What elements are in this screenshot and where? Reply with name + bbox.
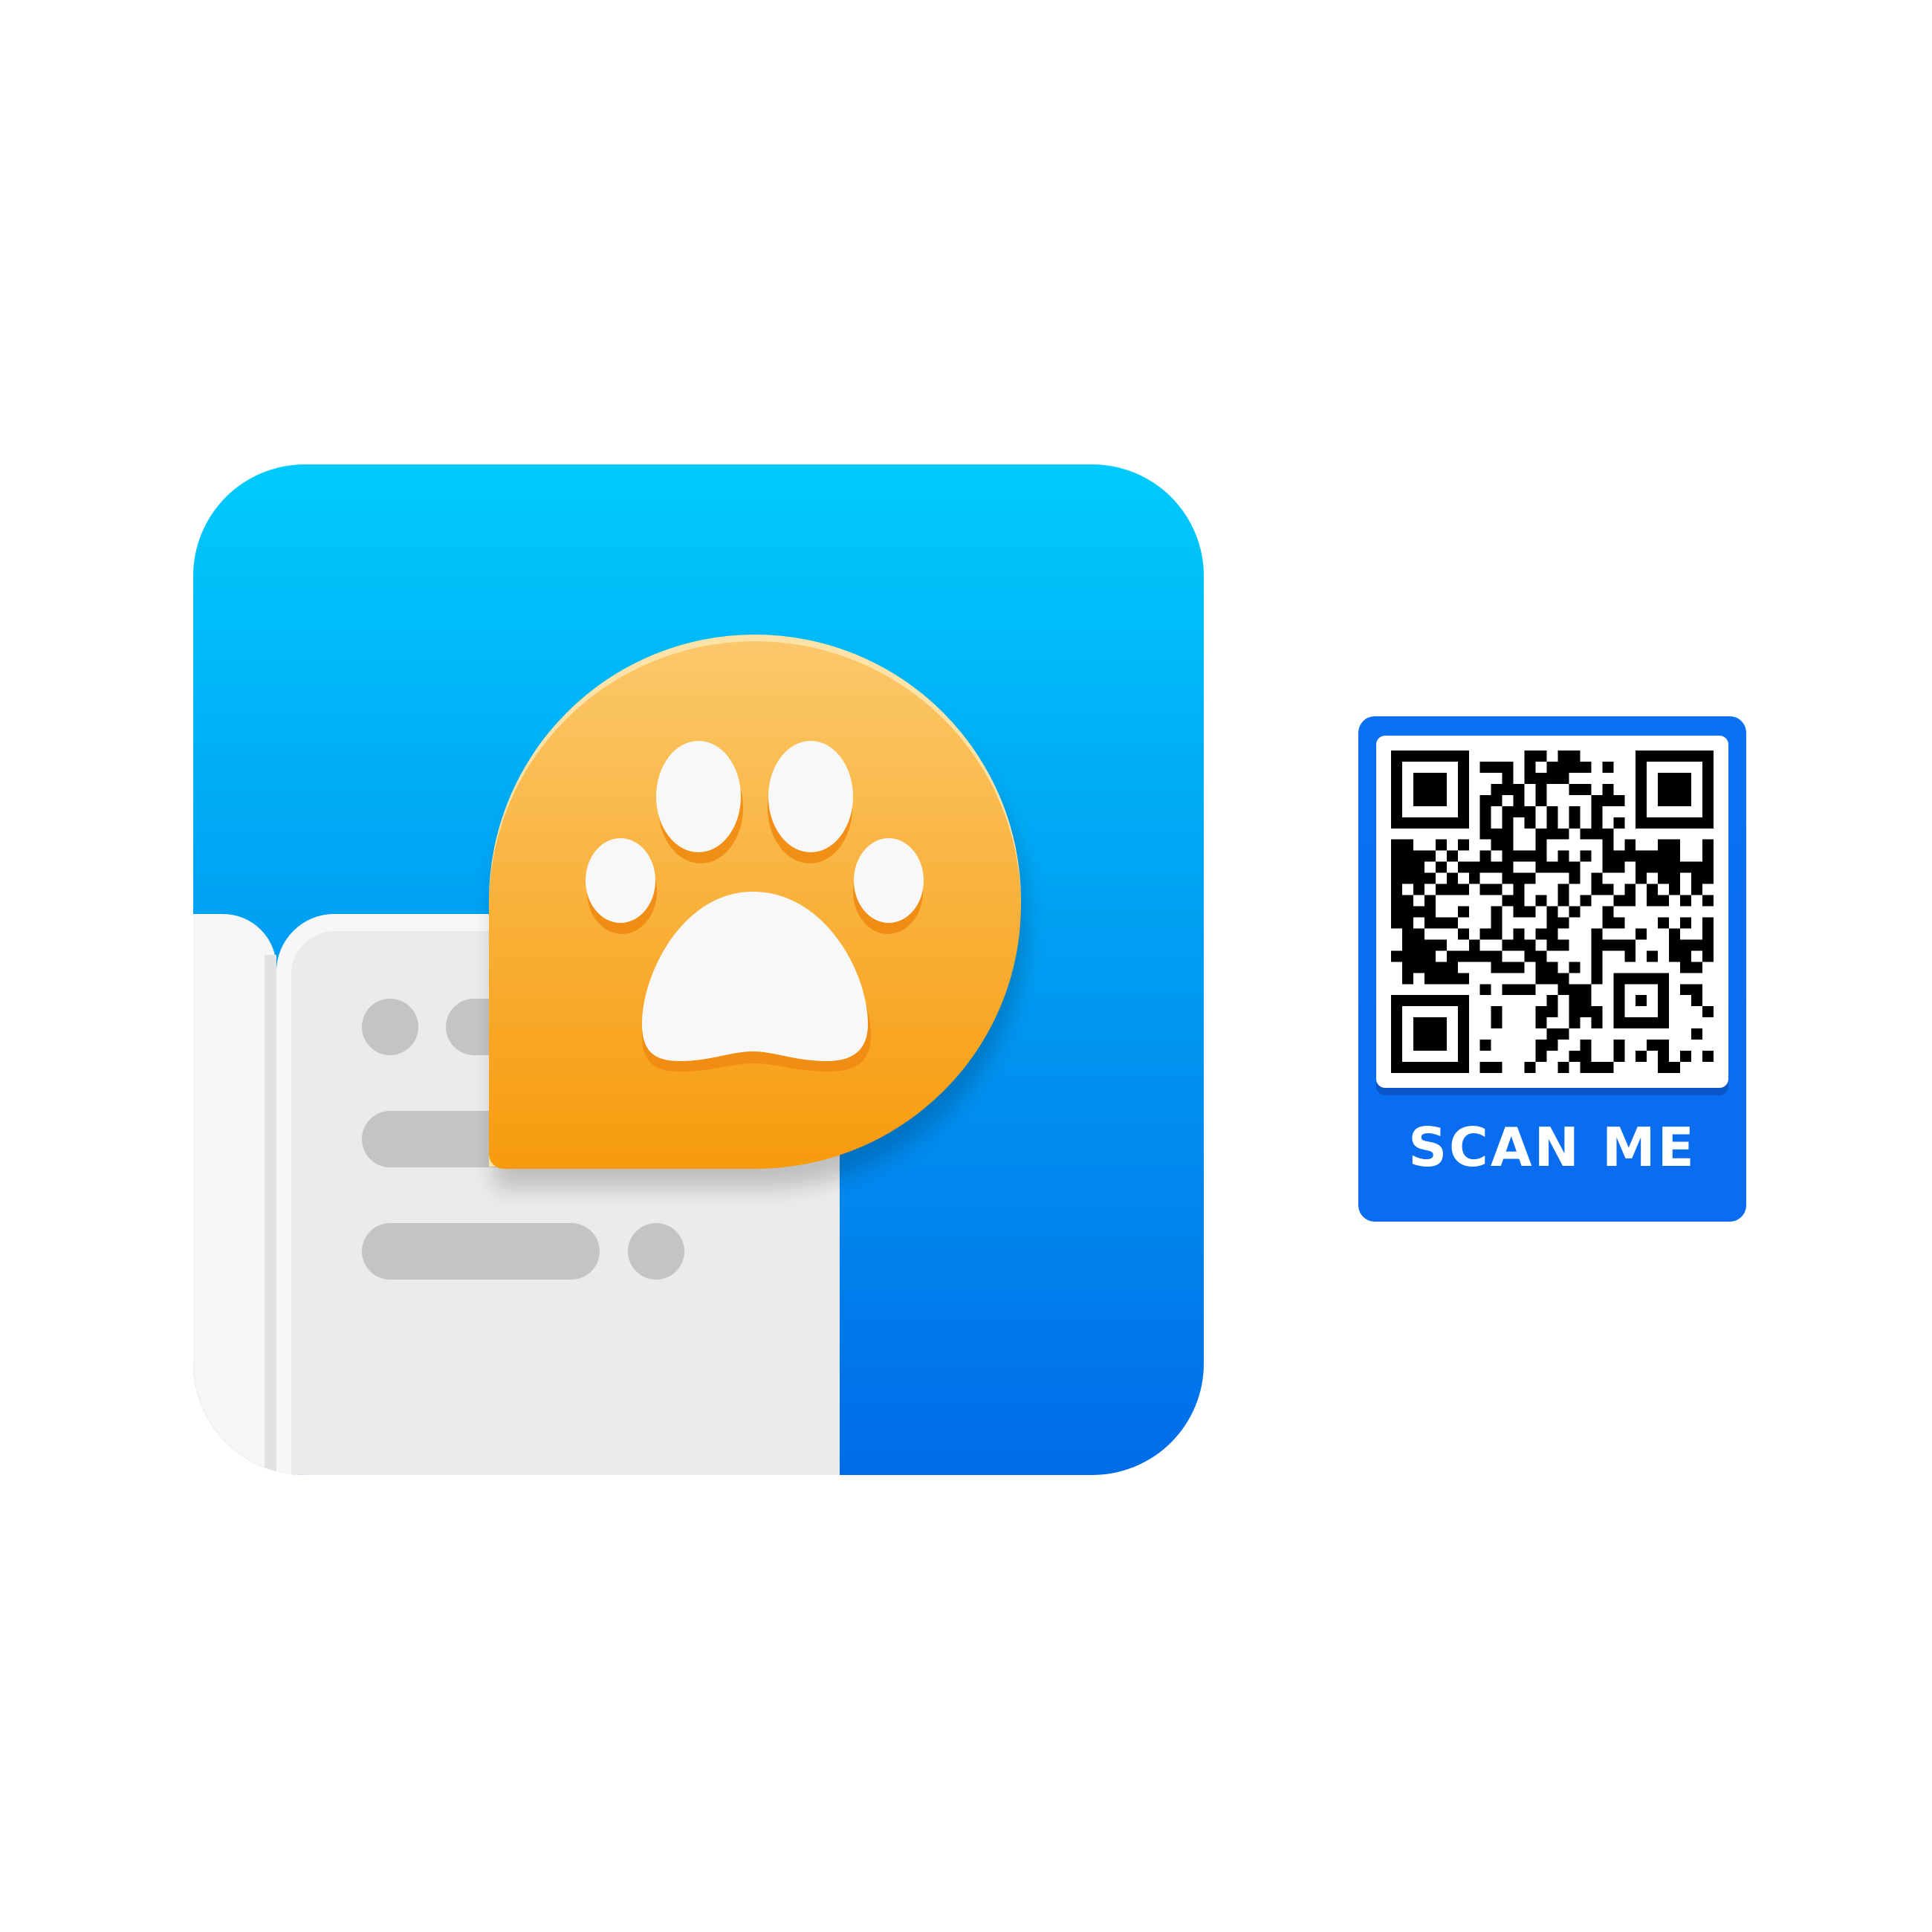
text-bullet [628, 1223, 684, 1280]
document-page-edge [265, 955, 276, 1475]
text-bullet [362, 999, 418, 1055]
qr-code[interactable] [1391, 751, 1714, 1073]
document-page-back [193, 914, 276, 1475]
qr-code-frame [1376, 736, 1728, 1088]
canvas: SCAN ME [0, 0, 1932, 1932]
paw-speech-bubble [488, 634, 1021, 1169]
scan-me-label: SCAN ME [1408, 1116, 1696, 1179]
qr-alignment-pattern [1613, 973, 1670, 1029]
text-line [362, 1223, 600, 1280]
paw-chat-app-icon[interactable] [193, 464, 1204, 1475]
qr-code-card[interactable]: SCAN ME [1358, 716, 1746, 1222]
